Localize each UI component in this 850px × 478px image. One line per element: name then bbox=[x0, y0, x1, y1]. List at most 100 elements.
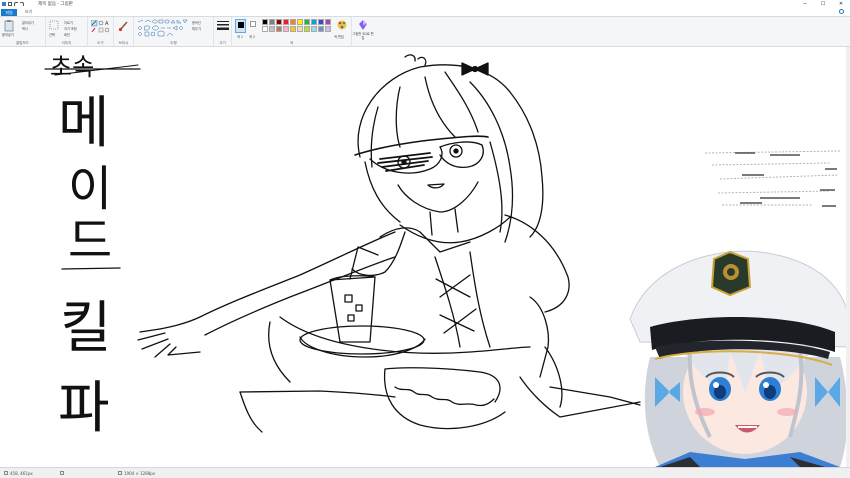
blurred-notes-dark bbox=[735, 152, 837, 207]
hair-strand bbox=[469, 81, 514, 243]
palette-swatch[interactable] bbox=[283, 26, 289, 32]
status-bar: 458, 461px 1904 × 1288px bbox=[0, 467, 850, 478]
undo-icon[interactable] bbox=[14, 2, 18, 6]
palette-swatch[interactable] bbox=[269, 19, 275, 25]
hair-strand bbox=[489, 141, 503, 233]
apron-lace bbox=[394, 386, 495, 407]
palette-swatch[interactable] bbox=[269, 26, 275, 32]
clipboard-group: 붙여넣기 잘라내기 복사 클립보드 bbox=[0, 17, 46, 47]
selection-size-icon bbox=[60, 471, 64, 475]
paint3d-button[interactable]: 그림판 3D로 편집 bbox=[352, 32, 374, 40]
palette-swatch[interactable] bbox=[276, 19, 282, 25]
palette-swatch[interactable] bbox=[318, 26, 324, 32]
skirt bbox=[268, 321, 291, 383]
color2-selector[interactable] bbox=[249, 19, 258, 33]
hair-strand bbox=[444, 71, 479, 133]
hand-left bbox=[137, 328, 201, 358]
face-outline bbox=[397, 181, 479, 213]
apron bbox=[384, 367, 501, 403]
status-size: 1904 × 1288px bbox=[118, 471, 155, 476]
palette-swatch[interactable] bbox=[325, 26, 331, 32]
color1-label: 색 1 bbox=[237, 35, 243, 39]
tools-group: A 도구 bbox=[88, 17, 114, 47]
ribbon-tabs: 파일 보기 bbox=[0, 8, 850, 16]
palette-swatch[interactable] bbox=[262, 19, 268, 25]
drawing-canvas[interactable]: 초속 메 이 드 킬 파 bbox=[0, 47, 850, 467]
canvas-size-icon bbox=[118, 471, 122, 475]
blurred-notes bbox=[704, 150, 841, 206]
crop-button[interactable]: 자르기 bbox=[64, 20, 73, 25]
ice-cube bbox=[347, 314, 355, 322]
palette-swatch[interactable] bbox=[304, 26, 310, 32]
resize-button[interactable]: 크기 조정 bbox=[64, 26, 77, 31]
window-title: 제목 없음 - 그림판 bbox=[38, 2, 73, 7]
palette-swatch[interactable] bbox=[311, 26, 317, 32]
vertical-scrollbar[interactable] bbox=[846, 47, 850, 467]
copy-button[interactable]: 복사 bbox=[22, 26, 28, 31]
status-selection bbox=[60, 471, 64, 475]
vtuber-avatar bbox=[629, 250, 850, 467]
arm-right bbox=[544, 346, 563, 408]
palette-swatch[interactable] bbox=[304, 19, 310, 25]
edit-colors-button[interactable]: 색 편집 bbox=[334, 34, 344, 39]
shapes-group: 윤곽선 채우기 도형 bbox=[134, 17, 214, 47]
hair-strand bbox=[424, 76, 456, 138]
palette-swatch[interactable] bbox=[297, 19, 303, 25]
ice-cube bbox=[355, 304, 363, 312]
skirt-right bbox=[549, 386, 641, 406]
palette-swatch[interactable] bbox=[318, 19, 324, 25]
paint3d-icon[interactable] bbox=[357, 19, 369, 31]
help-icon[interactable] bbox=[839, 9, 844, 14]
skirt-right bbox=[519, 376, 641, 418]
shapes-gallery[interactable] bbox=[137, 19, 189, 37]
dress-front bbox=[434, 251, 491, 348]
redo-icon[interactable] bbox=[20, 2, 24, 6]
palette-swatch[interactable] bbox=[283, 19, 289, 25]
glasses bbox=[354, 135, 489, 156]
cursor-position: 458, 461px bbox=[10, 470, 33, 476]
minimize-button[interactable]: ─ bbox=[796, 0, 814, 8]
size-icon[interactable] bbox=[217, 21, 229, 31]
palette-swatch[interactable] bbox=[262, 26, 268, 32]
glass bbox=[329, 276, 376, 343]
shape-fill-button[interactable]: 채우기 bbox=[192, 26, 201, 31]
shape-outline-button[interactable]: 윤곽선 bbox=[192, 20, 201, 25]
quick-access-toolbar bbox=[2, 2, 24, 6]
palette-swatch[interactable] bbox=[297, 26, 303, 32]
skirt-hem bbox=[239, 390, 396, 398]
tab-view[interactable]: 보기 bbox=[25, 9, 32, 15]
rotate-button[interactable]: 회전 bbox=[64, 32, 70, 37]
select-button[interactable]: 선택 bbox=[49, 32, 55, 37]
tab-file[interactable]: 파일 bbox=[1, 8, 17, 16]
palette-swatch[interactable] bbox=[325, 19, 331, 25]
maximize-button[interactable]: ☐ bbox=[814, 0, 832, 8]
image-label: 이미지 bbox=[61, 41, 72, 45]
color1-swatch bbox=[238, 22, 244, 28]
cut-button[interactable]: 잘라내기 bbox=[22, 20, 34, 25]
color2-label: 색 2 bbox=[249, 35, 255, 39]
color1-selector[interactable] bbox=[235, 19, 246, 33]
edit-colors-icon[interactable] bbox=[336, 19, 348, 31]
sleeve-right bbox=[529, 296, 550, 378]
save-icon[interactable] bbox=[8, 2, 12, 6]
brush-icon[interactable] bbox=[118, 20, 130, 32]
tools-icons[interactable]: A bbox=[91, 20, 111, 34]
color2-swatch bbox=[250, 21, 256, 27]
paste-icon[interactable] bbox=[4, 20, 14, 32]
palette-swatch[interactable] bbox=[290, 26, 296, 32]
app-icon bbox=[2, 2, 6, 6]
palette-swatch[interactable] bbox=[276, 26, 282, 32]
ice-cube bbox=[344, 294, 353, 303]
neck bbox=[429, 208, 459, 236]
arm-left bbox=[159, 231, 396, 330]
canvas-area[interactable]: 초속 메 이 드 킬 파 bbox=[0, 47, 850, 467]
window-controls: ─ ☐ ✕ bbox=[796, 0, 850, 8]
close-button[interactable]: ✕ bbox=[832, 0, 850, 8]
select-icon[interactable] bbox=[49, 20, 59, 30]
apron-side bbox=[383, 368, 506, 430]
palette-swatch[interactable] bbox=[311, 19, 317, 25]
palette-swatch[interactable] bbox=[290, 19, 296, 25]
straw bbox=[349, 246, 379, 280]
title-bar: 제목 없음 - 그림판 ─ ☐ ✕ bbox=[0, 0, 850, 8]
paste-button[interactable]: 붙여넣기 bbox=[2, 32, 14, 37]
